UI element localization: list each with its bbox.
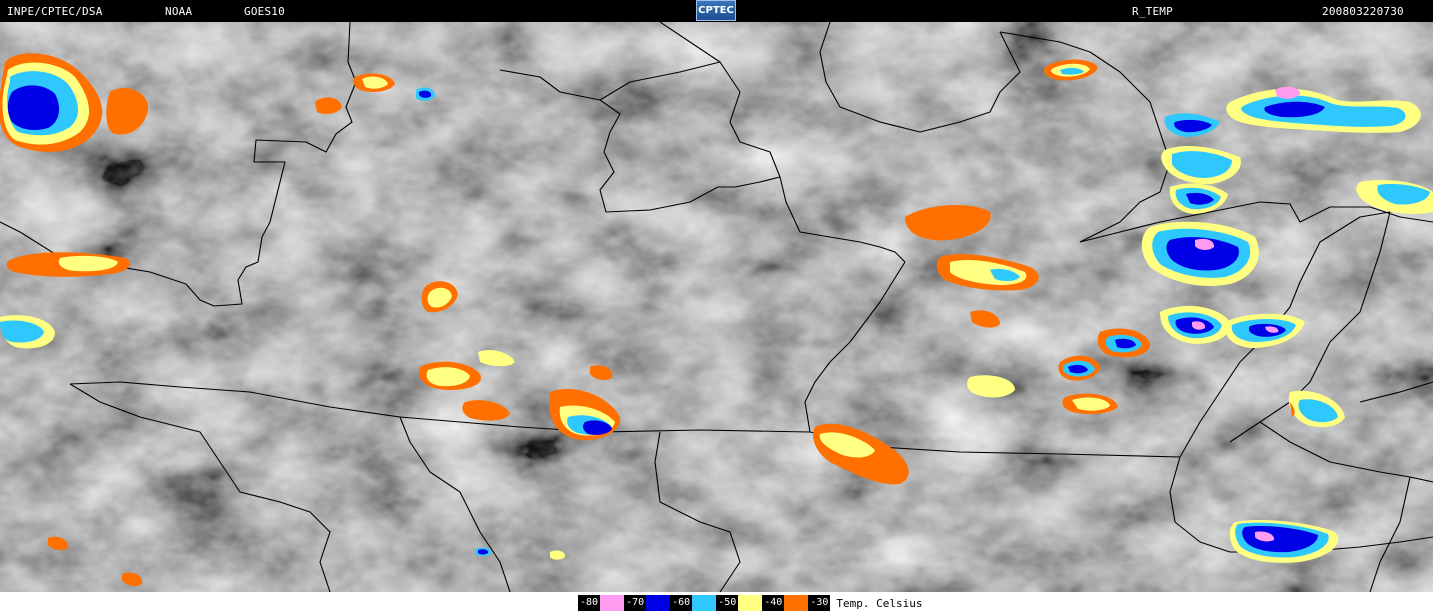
legend-label: -30 xyxy=(808,595,831,611)
source-label: INPE/CPTEC/DSA xyxy=(7,5,103,18)
satellite-label: GOES10 xyxy=(244,5,285,18)
legend-label: -40 xyxy=(762,595,785,611)
legend-swatch xyxy=(738,595,763,611)
agency-label: NOAA xyxy=(165,5,193,18)
cloud-wisps xyxy=(0,22,1433,592)
satellite-map-svg xyxy=(0,22,1433,592)
header-bar: INPE/CPTEC/DSA NOAA GOES10 CPTEC R_TEMP … xyxy=(0,0,1433,22)
cptec-logo: CPTEC xyxy=(696,0,736,21)
temperature-legend: -80 -70 -60 -50 -40 -30 Temp. Celsius xyxy=(578,595,922,611)
satellite-image xyxy=(0,22,1433,592)
legend-label: -60 xyxy=(670,595,693,611)
product-label: R_TEMP xyxy=(1132,5,1173,18)
legend-bar: -80 -70 -60 -50 -40 -30 Temp. Celsius xyxy=(0,592,1433,614)
legend-label: -80 xyxy=(578,595,601,611)
legend-swatch xyxy=(600,595,625,611)
legend-label: -70 xyxy=(624,595,647,611)
legend-swatch xyxy=(784,595,809,611)
legend-swatch xyxy=(692,595,717,611)
timestamp-label: 200803220730 xyxy=(1322,5,1404,18)
legend-label: -50 xyxy=(716,595,739,611)
legend-swatch xyxy=(646,595,671,611)
legend-unit-label: Temp. Celsius xyxy=(836,596,923,610)
